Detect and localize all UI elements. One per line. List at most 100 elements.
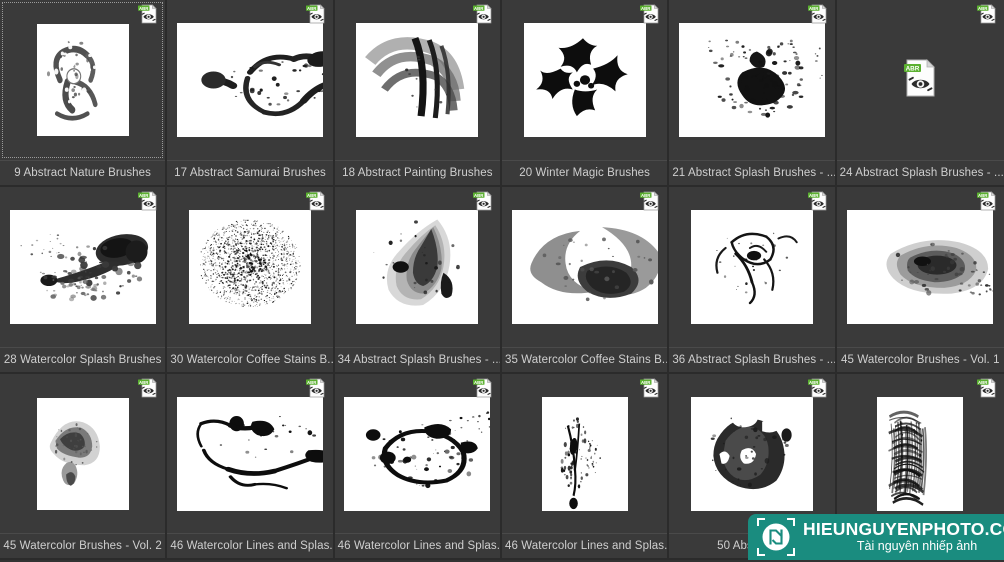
abr-file-icon: ABR: [305, 377, 327, 399]
thumbnail-grid: ABR 9 Abstract Nature Brushes ABR 17 Abstra…: [0, 0, 1004, 560]
thumbnail-label: 9 Abstract Nature Brushes: [0, 160, 165, 185]
thumbnail-cell[interactable]: ABR 18 Abstract Painting Brushes: [335, 0, 502, 187]
brush-preview-image: [177, 23, 323, 137]
hieunguyenphoto-logo-icon: [756, 517, 796, 557]
watermark-banner: HIEUNGUYENPHOTO.COM Tài nguyên nhiếp ảnh: [748, 514, 1004, 560]
thumbnail-cell[interactable]: ABR 34 Abstract Splash Brushes - ...: [335, 187, 502, 374]
abr-file-placeholder-icon: ABR: [903, 59, 937, 102]
svg-text:ABR: ABR: [978, 193, 988, 198]
thumbnail-label: 34 Abstract Splash Brushes - ...: [335, 347, 500, 372]
thumbnail-preview[interactable]: ABR: [335, 187, 500, 347]
thumbnail-cell[interactable]: ABR 36 Abstract Splash Brushes - ...: [669, 187, 836, 374]
svg-text:ABR: ABR: [474, 193, 484, 198]
svg-text:ABR: ABR: [641, 193, 651, 198]
thumbnail-preview[interactable]: ABR: [669, 374, 834, 533]
abr-file-icon: ABR: [639, 190, 661, 212]
svg-text:ABR: ABR: [474, 6, 484, 11]
thumbnail-cell[interactable]: ABR 46 Watercolor Lines and Splas...: [335, 374, 502, 560]
abr-file-icon: ABR: [305, 3, 327, 25]
watermark-text: HIEUNGUYENPHOTO.COM Tài nguyên nhiếp ảnh: [803, 520, 1004, 554]
thumbnail-label: 18 Abstract Painting Brushes: [335, 160, 500, 185]
thumbnail-label: 21 Abstract Splash Brushes - ...: [669, 160, 834, 185]
thumbnail-cell[interactable]: ABR 45 Watercolor Brushes - Vol. 2: [0, 374, 167, 560]
thumbnail-preview[interactable]: ABR ABR: [837, 0, 1004, 160]
thumbnail-preview[interactable]: ABR: [502, 187, 667, 347]
svg-text:ABR: ABR: [978, 380, 988, 385]
thumbnail-preview[interactable]: ABR: [335, 0, 500, 160]
thumbnail-label: 45 Watercolor Brushes - Vol. 1: [837, 347, 1004, 372]
brush-preview-image: [10, 210, 156, 324]
thumbnail-cell[interactable]: ABR 46 Watercolor Lines and Splas...: [502, 374, 669, 560]
svg-text:ABR: ABR: [307, 193, 317, 198]
thumbnail-label: 45 Watercolor Brushes - Vol. 2: [0, 533, 165, 558]
brush-preview-image: [37, 398, 129, 510]
abr-file-icon: ABR: [807, 377, 829, 399]
thumbnail-preview[interactable]: ABR: [502, 374, 667, 533]
abr-file-icon: ABR: [472, 377, 494, 399]
thumbnail-preview[interactable]: ABR: [0, 0, 165, 160]
abr-file-icon: ABR: [807, 3, 829, 25]
thumbnail-cell[interactable]: ABR28 Watercolor Splash Brushes: [0, 187, 167, 374]
thumbnail-preview[interactable]: ABR: [837, 187, 1004, 347]
brush-preview-image: [37, 24, 129, 136]
svg-text:ABR: ABR: [641, 380, 651, 385]
abr-file-icon: ABR: [137, 3, 159, 25]
thumbnail-preview[interactable]: ABR: [167, 187, 332, 347]
thumbnail-preview[interactable]: ABR: [669, 187, 834, 347]
brush-preview-image: [847, 210, 993, 324]
thumbnail-label: 20 Winter Magic Brushes: [502, 160, 667, 185]
brush-preview-image: [877, 397, 963, 511]
watermark-subtitle: Tài nguyên nhiếp ảnh: [803, 539, 1004, 554]
svg-text:ABR: ABR: [641, 6, 651, 11]
thumbnail-cell[interactable]: ABR 46 Watercolor Lines and Splas...: [167, 374, 334, 560]
thumbnail-label: 36 Abstract Splash Brushes - ...: [669, 347, 834, 372]
abr-file-icon: ABR: [472, 190, 494, 212]
svg-text:ABR: ABR: [139, 193, 149, 198]
svg-text:ABR: ABR: [809, 380, 819, 385]
thumbnail-label: 24 Abstract Splash Brushes - ...: [837, 160, 1004, 185]
thumbnail-preview[interactable]: ABR: [669, 0, 834, 160]
brush-preview-image: [177, 397, 323, 511]
thumbnail-cell[interactable]: ABR 20 Winter Magic Brushes: [502, 0, 669, 187]
thumbnail-preview[interactable]: ABR: [837, 374, 1004, 533]
thumbnail-cell[interactable]: ABR 17 Abstract Samurai Brushes: [167, 0, 334, 187]
thumbnail-cell[interactable]: ABR ABR 24 Abstract Splash Brushes - ...: [837, 0, 1004, 187]
thumbnail-label: 46 Watercolor Lines and Splas...: [167, 533, 332, 558]
thumbnail-cell[interactable]: ABR30 Watercolor Coffee Stains B...: [167, 187, 334, 374]
brush-preview-image: [691, 397, 813, 511]
abr-file-icon: ABR: [639, 377, 661, 399]
thumbnail-preview[interactable]: ABR: [0, 187, 165, 347]
brush-preview-image: [524, 23, 646, 137]
abr-file-icon: ABR: [976, 190, 998, 212]
thumbnail-cell[interactable]: ABR 21 Abstract Splash Brushes - ...: [669, 0, 836, 187]
svg-text:ABR: ABR: [307, 380, 317, 385]
svg-text:ABR: ABR: [139, 6, 149, 11]
brush-preview-image: [344, 397, 490, 511]
svg-text:ABR: ABR: [474, 380, 484, 385]
thumbnail-preview[interactable]: ABR: [0, 374, 165, 533]
abr-file-icon: ABR: [807, 190, 829, 212]
thumbnail-preview[interactable]: ABR: [335, 374, 500, 533]
thumbnail-preview[interactable]: ABR: [167, 374, 332, 533]
svg-text:ABR: ABR: [139, 380, 149, 385]
thumbnail-preview[interactable]: ABR: [167, 0, 332, 160]
thumbnail-label: 35 Watercolor Coffee Stains B...: [502, 347, 667, 372]
thumbnail-cell[interactable]: ABR 45 Watercolor Brushes - Vol. 1: [837, 187, 1004, 374]
svg-text:ABR: ABR: [906, 65, 920, 72]
abr-file-icon: ABR: [976, 3, 998, 25]
abr-file-icon: ABR: [976, 377, 998, 399]
svg-text:ABR: ABR: [809, 6, 819, 11]
brush-preview-image: [679, 23, 825, 137]
thumbnail-label: 17 Abstract Samurai Brushes: [167, 160, 332, 185]
thumbnail-cell[interactable]: ABR 35 Watercolor Coffee Stains B...: [502, 187, 669, 374]
thumbnail-preview[interactable]: ABR: [502, 0, 667, 160]
thumbnail-label: 46 Watercolor Lines and Splas...: [502, 533, 667, 558]
thumbnail-label: 46 Watercolor Lines and Splas...: [335, 533, 500, 558]
brush-preview-image: [512, 210, 658, 324]
svg-text:ABR: ABR: [978, 6, 988, 11]
brush-preview-image: [356, 210, 478, 324]
thumbnail-cell[interactable]: ABR 9 Abstract Nature Brushes: [0, 0, 167, 187]
brush-preview-image: [542, 397, 628, 511]
brush-preview-image: [356, 23, 478, 137]
brush-preview-image: [189, 210, 311, 324]
